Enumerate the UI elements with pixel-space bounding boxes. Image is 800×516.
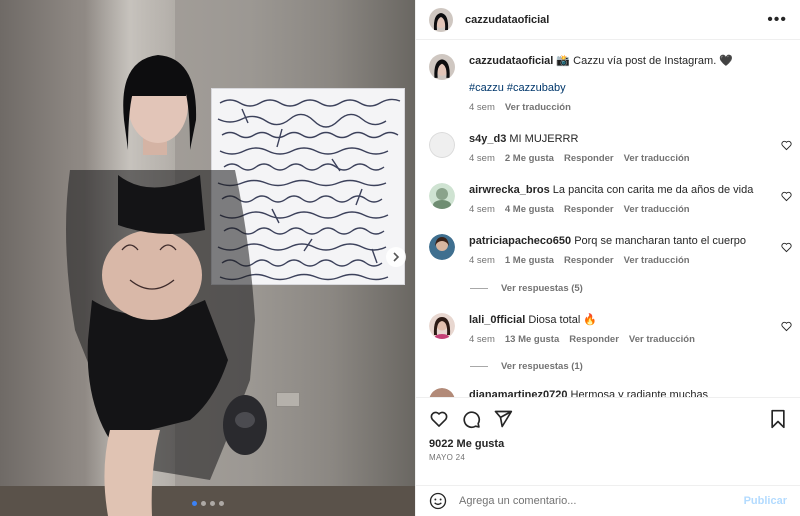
carousel-dot — [210, 501, 215, 506]
share-icon[interactable] — [493, 409, 513, 429]
comment-username[interactable]: s4y_d3 — [469, 133, 506, 145]
caption-avatar[interactable] — [429, 54, 455, 80]
post-date[interactable]: MAYO 24 — [429, 453, 787, 462]
heart-icon[interactable] — [781, 242, 792, 253]
comment-item: airwrecka_bros La pancita con carita me … — [429, 183, 790, 215]
view-replies-label: Ver respuestas (5) — [501, 283, 583, 294]
carousel-dot-active — [192, 501, 197, 506]
publish-button[interactable]: Publicar — [744, 495, 787, 507]
add-comment-bar: Publicar — [416, 485, 800, 516]
comment-icon[interactable] — [461, 409, 481, 429]
comment-text: Porq se mancharan tanto el cuerpo — [574, 235, 747, 247]
action-icons — [429, 408, 787, 430]
comment-text: MI MUJERRR — [509, 133, 579, 145]
header-username[interactable]: cazzudataoficial — [465, 14, 549, 26]
post-header: cazzudataoficial ••• — [416, 0, 800, 40]
comment-translate-link[interactable]: Ver traducción — [624, 153, 690, 164]
caption-text: 📸 Cazzu vía post de Instagram. 🖤 — [556, 55, 733, 67]
comment-avatar-airwrecka_bros[interactable] — [429, 183, 455, 209]
carousel-dots — [192, 501, 224, 506]
replies-divider — [470, 288, 488, 289]
comment-translate-link[interactable]: Ver traducción — [624, 255, 690, 266]
comment-input[interactable] — [459, 495, 744, 507]
comment-text: Diosa total 🔥 — [528, 314, 598, 326]
post-view: cazzudataoficial ••• cazzudataoficial 📸 … — [0, 0, 800, 516]
comment-likes[interactable]: 4 Me gusta — [505, 204, 554, 215]
comment-likes[interactable]: 1 Me gusta — [505, 255, 554, 266]
comment-reply-button[interactable]: Responder — [564, 204, 614, 215]
comment-translate-link[interactable]: Ver traducción — [629, 334, 695, 345]
comment-time[interactable]: 4 sem — [469, 204, 495, 215]
bookmark-icon[interactable] — [769, 409, 787, 429]
comment-time[interactable]: 4 sem — [469, 334, 495, 345]
chevron-right-icon — [393, 252, 400, 262]
comment-translate-link[interactable]: Ver traducción — [624, 204, 690, 215]
caption-meta: 4 sem Ver traducción — [469, 102, 790, 113]
comment-username[interactable]: airwrecka_bros — [469, 184, 550, 196]
replies-divider — [470, 366, 488, 367]
heart-icon[interactable] — [781, 321, 792, 332]
heart-icon[interactable] — [429, 409, 449, 429]
comment-item: dianamartinez0720 Hermosa y radiante muc… — [429, 388, 790, 397]
caption-username[interactable]: cazzudataoficial — [469, 55, 553, 67]
person-figure — [66, 55, 267, 516]
comment-reply-button[interactable]: Responder — [564, 255, 614, 266]
view-replies-button[interactable]: Ver respuestas (1) — [470, 361, 583, 372]
comment-avatar-patriciapacheco650[interactable] — [429, 234, 455, 260]
comment-reply-button[interactable]: Responder — [569, 334, 619, 345]
next-photo-button[interactable] — [386, 247, 406, 267]
caption-translate-link[interactable]: Ver traducción — [505, 102, 571, 113]
likes-count[interactable]: 9022 Me gusta — [429, 438, 787, 450]
comment-item: lali_0fficial Diosa total 🔥 4 sem 13 Me … — [429, 313, 790, 345]
comment-item: patriciapacheco650 Porq se mancharan tan… — [429, 234, 790, 266]
caption-hashtags[interactable]: #cazzu #cazzubaby — [469, 81, 790, 96]
carousel-dot — [219, 501, 224, 506]
post-photo[interactable] — [0, 0, 415, 516]
comment-avatar-dianamartinez0720[interactable] — [429, 388, 455, 397]
comments-list[interactable]: cazzudataoficial 📸 Cazzu vía post de Ins… — [416, 40, 800, 397]
comment-item: s4y_d3 MI MUJERRR 4 sem 2 Me gusta Respo… — [429, 132, 790, 164]
comment-username[interactable]: patriciapacheco650 — [469, 235, 571, 247]
author-avatar[interactable] — [429, 7, 453, 32]
comment-username[interactable]: lali_0fficial — [469, 314, 525, 326]
post-actions: 9022 Me gusta MAYO 24 — [416, 397, 800, 485]
carousel-dot — [201, 501, 206, 506]
view-replies-button[interactable]: Ver respuestas (5) — [470, 283, 583, 294]
comment-text: La pancita con carita me da años de vida — [552, 184, 754, 196]
comment-avatar-lali_0fficial[interactable] — [429, 313, 455, 339]
view-replies-label: Ver respuestas (1) — [501, 361, 583, 372]
heart-icon[interactable] — [781, 140, 792, 151]
more-options-icon[interactable]: ••• — [767, 11, 787, 29]
heart-icon[interactable] — [781, 191, 792, 202]
comment-time[interactable]: 4 sem — [469, 153, 495, 164]
caption-time[interactable]: 4 sem — [469, 102, 495, 113]
post-details-panel: cazzudataoficial ••• cazzudataoficial 📸 … — [415, 0, 800, 516]
comment-text: Hermosa y radiante muchas — [570, 389, 709, 397]
caption: cazzudataoficial 📸 Cazzu vía post de Ins… — [429, 54, 790, 113]
comment-likes[interactable]: 2 Me gusta — [505, 153, 554, 164]
comment-likes[interactable]: 13 Me gusta — [505, 334, 559, 345]
comment-time[interactable]: 4 sem — [469, 255, 495, 266]
comment-username[interactable]: dianamartinez0720 — [469, 389, 567, 397]
comment-avatar-s4y_d3[interactable] — [429, 132, 455, 158]
emoji-icon[interactable] — [429, 492, 447, 510]
caption-text-line: cazzudataoficial 📸 Cazzu vía post de Ins… — [469, 54, 790, 69]
comment-reply-button[interactable]: Responder — [564, 153, 614, 164]
